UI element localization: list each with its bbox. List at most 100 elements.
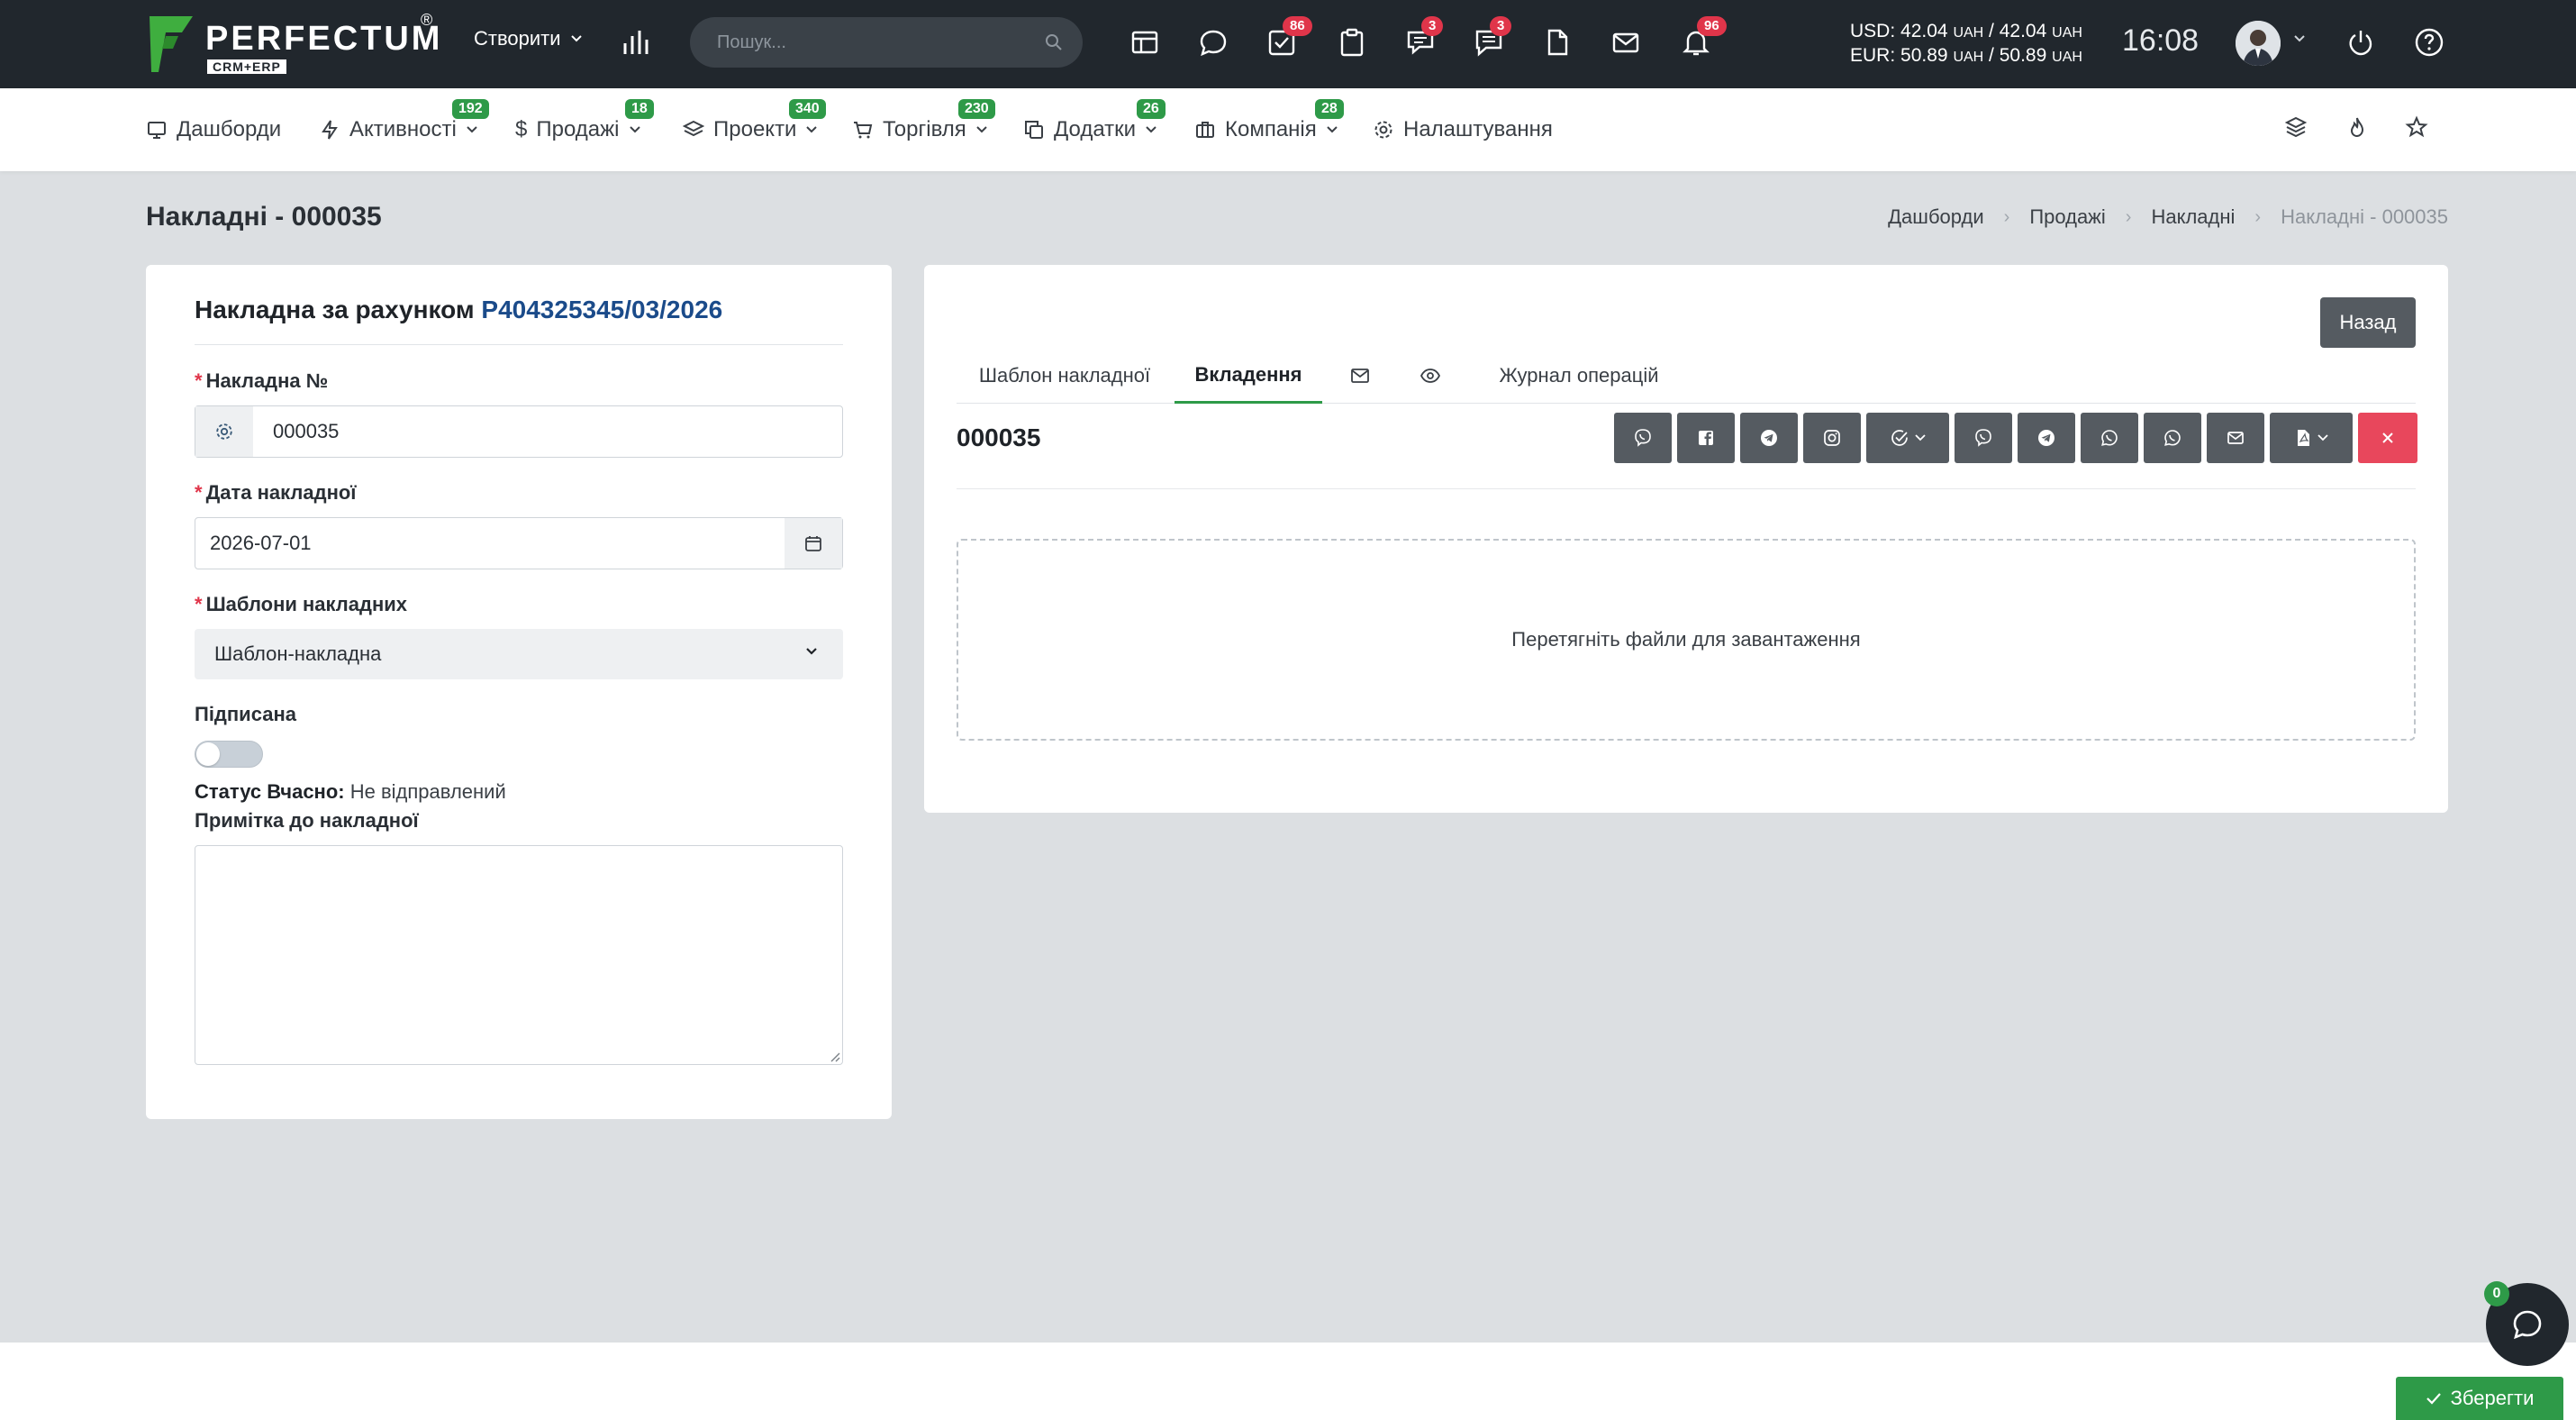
fire-icon[interactable] xyxy=(2345,115,2369,139)
invoice-number-field[interactable]: 000035 xyxy=(195,405,843,458)
search-input[interactable] xyxy=(717,17,1023,68)
vchasno-status: Статус Вчасно: Не відправлений xyxy=(195,780,506,804)
tab-attachments[interactable]: Вкладення xyxy=(1175,348,1322,404)
calendar-addon[interactable] xyxy=(785,518,842,569)
nav-item-projects[interactable]: Проекти 340 xyxy=(683,88,826,171)
search-icon[interactable] xyxy=(1045,33,1063,51)
breadcrumb-current: Накладні - 000035 xyxy=(2281,205,2448,228)
usd-buy: 42.04 xyxy=(1900,21,1948,41)
invoice-date-field[interactable]: 2026-07-01 xyxy=(195,517,843,569)
pdf-dropdown-button[interactable] xyxy=(2270,413,2353,463)
layers-icon[interactable] xyxy=(2284,115,2308,139)
chevron-down-icon[interactable] xyxy=(2293,34,2306,43)
tab-email[interactable] xyxy=(1326,348,1394,404)
logo-subtitle: CRM+ERP xyxy=(207,59,286,74)
nav-item-dashboards[interactable]: Дашборди xyxy=(146,88,281,171)
calendar-table-icon[interactable] xyxy=(1129,27,1162,59)
usd-sell: 42.04 xyxy=(1999,21,2047,41)
eur-rate: EUR: 50.89 UAH / 50.89 UAH xyxy=(1850,45,2082,66)
create-menu-button[interactable]: Створити xyxy=(474,27,583,50)
resize-handle-icon[interactable] xyxy=(828,1050,840,1062)
main-nav: Дашборди Активності 192 $ Продажі 18 Про… xyxy=(0,88,2576,171)
gear-addon[interactable] xyxy=(195,406,253,457)
layers-icon xyxy=(683,120,704,137)
bell-icon[interactable]: 96 xyxy=(1681,16,1727,59)
search-box[interactable] xyxy=(690,17,1083,68)
tab-preview[interactable] xyxy=(1396,348,1465,404)
file-dropzone[interactable]: Перетягніть файли для завантаження xyxy=(957,539,2416,741)
tab-operations-log[interactable]: Журнал операцій xyxy=(1466,348,1692,404)
breadcrumb-invoices[interactable]: Накладні xyxy=(2151,205,2235,229)
eye-icon xyxy=(1420,369,1441,383)
tab-invoice-template[interactable]: Шаблон накладної xyxy=(957,348,1173,404)
task-check-icon[interactable]: 86 xyxy=(1266,16,1312,59)
lightning-icon xyxy=(322,120,338,140)
help-icon[interactable] xyxy=(2414,27,2444,58)
vchasno-status-label: Статус Вчасно: xyxy=(195,780,345,803)
chat-bubble-icon[interactable] xyxy=(1198,27,1230,59)
email-send-button[interactable] xyxy=(2207,413,2264,463)
viber-send-button[interactable] xyxy=(1955,413,2012,463)
check-icon xyxy=(2426,1393,2441,1405)
gear-icon xyxy=(216,423,232,440)
save-button[interactable]: Зберегти xyxy=(2396,1377,2563,1420)
nav-item-trade[interactable]: Торгівля 230 xyxy=(852,88,995,171)
instagram-button[interactable] xyxy=(1803,413,1861,463)
logo-text: PERFECTUM xyxy=(205,20,443,58)
avatar[interactable] xyxy=(2236,21,2281,66)
breadcrumb-dashboards[interactable]: Дашборди xyxy=(1888,205,1983,229)
page-title: Накладні - 000035 xyxy=(146,202,382,232)
invoice-date-label-text: Дата накладної xyxy=(205,481,357,504)
breadcrumb-sales[interactable]: Продажі xyxy=(2029,205,2105,229)
invoice-number-label-text: Накладна № xyxy=(205,369,329,392)
nav-item-activities[interactable]: Активності 192 xyxy=(319,88,489,171)
cart-icon xyxy=(854,122,873,139)
footer-bar: Зберегти xyxy=(0,1343,2576,1420)
save-label: Зберегти xyxy=(2450,1387,2535,1409)
gear-icon xyxy=(1374,121,1392,139)
document-icon[interactable] xyxy=(1542,27,1574,59)
logo[interactable]: PERFECTUM CRM+ERP ® xyxy=(146,11,443,76)
viber-icon xyxy=(1975,429,1991,447)
signed-toggle[interactable] xyxy=(195,741,263,768)
chevron-down-icon xyxy=(1327,126,1338,133)
telegram-button[interactable] xyxy=(1740,413,1798,463)
invoice-form-card: Накладна за рахунком P404325345/03/2026 … xyxy=(146,265,892,1119)
nav-item-company[interactable]: Компанія 28 xyxy=(1194,88,1344,171)
telegram-send-button[interactable] xyxy=(2018,413,2075,463)
breadcrumb-separator: › xyxy=(2003,206,2010,227)
nav-item-settings[interactable]: Налаштування xyxy=(1373,88,1553,171)
delete-button[interactable] xyxy=(2358,413,2417,463)
back-button[interactable]: Назад xyxy=(2320,297,2416,348)
mail-icon[interactable] xyxy=(1610,27,1643,59)
nav-label: Проекти xyxy=(713,117,797,141)
nav-label: Налаштування xyxy=(1403,117,1553,141)
nav-item-addons[interactable]: Додатки 26 xyxy=(1023,88,1166,171)
viber-button[interactable] xyxy=(1614,413,1672,463)
monitor-icon xyxy=(148,122,166,139)
template-select[interactable]: Шаблон-накладна xyxy=(195,629,843,679)
comments-icon[interactable]: 3 xyxy=(1405,16,1444,59)
required-mark: * xyxy=(195,593,203,615)
chevron-down-icon xyxy=(467,126,477,133)
chevron-down-icon xyxy=(1146,126,1156,133)
document-number: 000035 xyxy=(957,423,1041,451)
whatsapp-button[interactable] xyxy=(2081,413,2138,463)
invoice-number-label: * Накладна № xyxy=(195,369,328,393)
whatsapp-business-button[interactable] xyxy=(2144,413,2201,463)
bar-chart-icon[interactable] xyxy=(621,27,652,58)
create-label: Створити xyxy=(474,27,561,50)
clipboard-icon[interactable] xyxy=(1337,27,1369,59)
nav-item-sales[interactable]: $ Продажі 18 xyxy=(515,88,654,171)
star-icon[interactable] xyxy=(2405,115,2428,139)
messages-icon[interactable]: 3 xyxy=(1474,16,1512,59)
usd-rate: USD: 42.04 UAH / 42.04 UAH xyxy=(1850,21,2082,41)
invoice-link[interactable]: P404325345/03/2026 xyxy=(481,296,722,323)
power-icon[interactable] xyxy=(2345,27,2376,58)
chevron-down-icon xyxy=(976,126,987,133)
signature-dropdown-button[interactable] xyxy=(1866,413,1949,463)
note-textarea[interactable] xyxy=(195,845,843,1065)
facebook-button[interactable] xyxy=(1677,413,1735,463)
comments-badge: 3 xyxy=(1421,16,1444,36)
template-label: * Шаблони накладних xyxy=(195,593,407,616)
